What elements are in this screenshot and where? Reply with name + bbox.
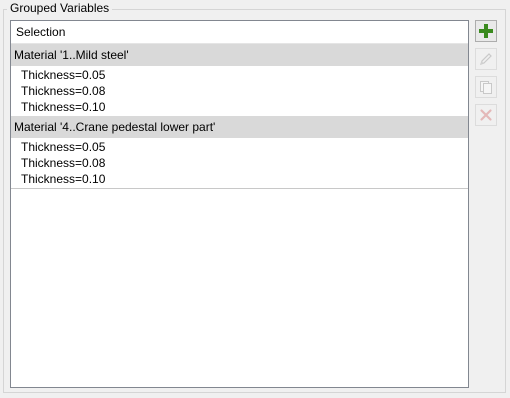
list-toolbar [475, 20, 499, 132]
list-item[interactable]: Thickness=0.05 [11, 139, 468, 155]
list-item[interactable]: Thickness=0.10 [11, 99, 468, 115]
list-column-header[interactable]: Selection [11, 21, 468, 44]
plus-icon [479, 24, 493, 38]
list-item[interactable]: Thickness=0.08 [11, 155, 468, 171]
list-group-items: Thickness=0.05 Thickness=0.08 Thickness=… [11, 138, 468, 189]
delete-button[interactable] [475, 104, 497, 126]
grouped-variables-list[interactable]: Selection Material '1..Mild steel' Thick… [10, 20, 469, 388]
list-item[interactable]: Thickness=0.08 [11, 83, 468, 99]
delete-x-icon [480, 109, 492, 121]
edit-button[interactable] [475, 48, 497, 70]
pencil-icon [480, 53, 492, 65]
copy-icon [480, 81, 492, 94]
list-group-header[interactable]: Material '4..Crane pedestal lower part' [11, 116, 468, 138]
list-group-items: Thickness=0.05 Thickness=0.08 Thickness=… [11, 66, 468, 116]
copy-button[interactable] [475, 76, 497, 98]
list-item[interactable]: Thickness=0.05 [11, 67, 468, 83]
list-item[interactable]: Thickness=0.10 [11, 171, 468, 187]
groupbox-title: Grouped Variables [7, 1, 113, 16]
add-button[interactable] [475, 20, 497, 42]
list-group-header[interactable]: Material '1..Mild steel' [11, 44, 468, 66]
